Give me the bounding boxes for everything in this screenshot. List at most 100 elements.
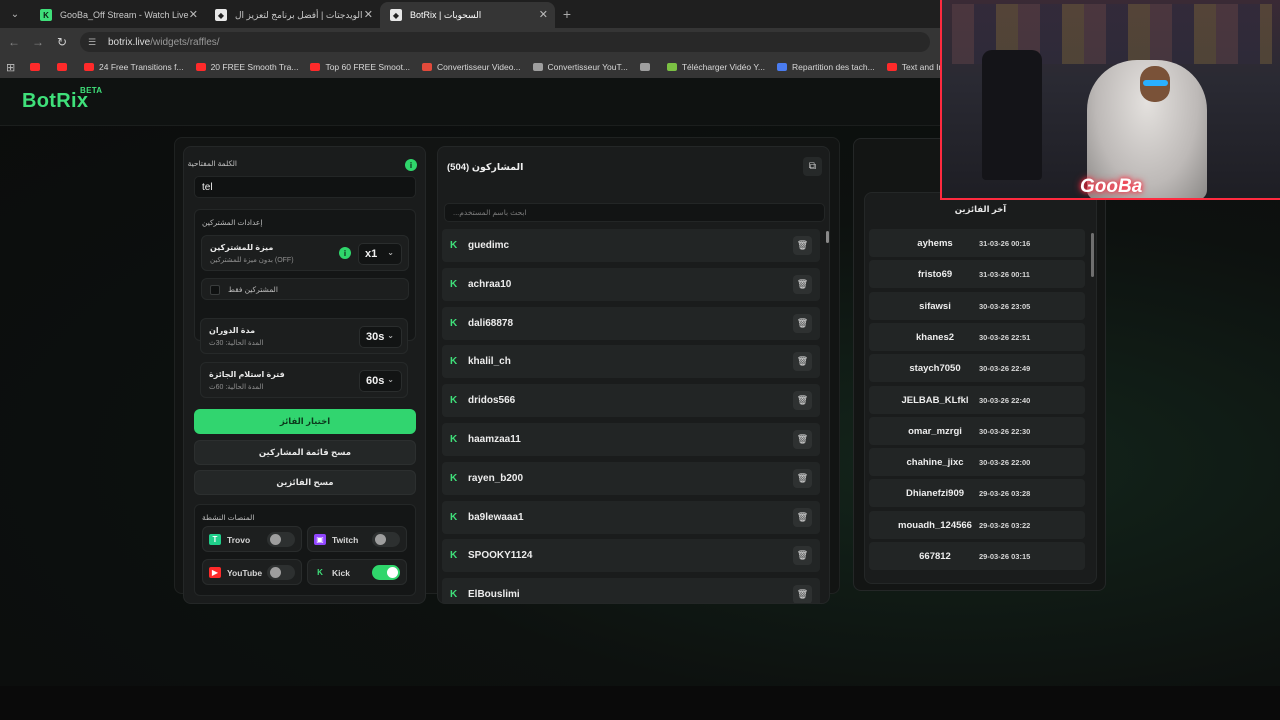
botrix-logo[interactable]: BotRix BETA [22,86,102,113]
settings-panel: الكلمة المفتاحية i tel إعدادات المشتركين… [183,146,426,604]
pick-winner-button[interactable]: اختيار الفائز [194,409,416,434]
bookmark-icon [84,63,94,71]
bookmark-item[interactable] [639,63,655,71]
tab-widgets[interactable]: ◆ الويدجتات | أفضل برنامج لتعزيز ال ✕ [205,2,380,28]
trash-icon[interactable]: 🗑 [793,313,812,333]
kick-icon: K [450,395,458,407]
platform-toggle[interactable] [267,565,295,580]
participant-row: Kkhalil_ch 🗑 [442,345,820,379]
participant-row: Krayen_b200 🗑 [442,461,820,495]
trash-icon[interactable]: 🗑 [793,468,812,488]
winners-scrollbar[interactable] [1091,233,1094,277]
platform-label: Twitch [332,535,359,545]
platform-toggle[interactable] [372,565,400,580]
trash-icon[interactable]: 🗑 [793,391,812,411]
platform-youtube: ▶ YouTube [202,559,302,585]
clear-participants-button[interactable]: مسح قائمة المشاركين [194,440,416,465]
forward-icon[interactable]: → [26,35,50,49]
bookmark-item[interactable]: Convertisseur Video... [422,62,521,72]
webcam-gaming-chair [982,50,1042,180]
apps-grid-icon[interactable]: ⊞ [6,61,20,74]
trash-icon[interactable]: 🗑 [793,352,812,372]
kick-icon: K [450,472,458,484]
winner-row: fristo69 31-03-26 00:11 [869,260,1085,289]
bookmark-item[interactable]: Top 60 FREE Smoot... [310,62,410,72]
winner-row: sifawsi 30-03-26 23:05 [869,291,1085,320]
copy-icon[interactable]: ⧉ [803,157,822,176]
platform-label: Kick [332,568,350,578]
reload-icon[interactable]: ↻ [50,35,74,49]
participants-scrollbar[interactable] [826,231,829,599]
bookmark-item[interactable] [30,63,45,71]
bookmark-item[interactable]: 20 FREE Smooth Tra... [195,62,298,72]
new-tab-button[interactable]: + [555,3,579,25]
bookmark-item[interactable]: 24 Free Transitions f... [84,62,184,72]
option-subtitle: المدة الحالية: 30ث [209,340,264,347]
url-host: botrix.live [108,36,151,48]
participant-name: haamzaa11 [468,434,521,445]
bookmark-item[interactable] [57,63,72,71]
bookmark-item[interactable]: Télécharger Vidéo Y... [666,62,765,72]
participant-name: dridos566 [468,395,516,407]
scroll-thumb[interactable] [826,231,829,243]
bookmark-item[interactable]: Repartition des tach... [777,62,875,72]
winners-title: آخر الفائزين [954,204,1007,214]
subs-only-option[interactable]: المشتركين فقط [201,278,409,300]
participant-row: Kdridos566 🗑 [442,384,820,418]
subs-only-checkbox[interactable] [210,285,220,295]
select-value: 60s [366,375,385,387]
bookmark-item[interactable]: Convertisseur YouT... [532,62,628,72]
platform-kick: K Kick [307,559,407,585]
trash-icon[interactable]: 🗑 [793,546,812,566]
winner-date: 30-03-26 22:30 [979,426,1031,436]
sub-multiplier-select[interactable]: x1 ⌄ [358,243,402,265]
back-icon[interactable]: ← [2,35,26,49]
tab-raffles[interactable]: ◆ BotRix | السحوبات ✕ [380,2,555,28]
claim-time-select[interactable]: 60s ⌄ [359,370,402,392]
spin-duration-select[interactable]: 30s ⌄ [359,326,402,348]
close-icon[interactable]: ✕ [539,8,548,21]
close-icon[interactable]: ✕ [189,8,198,21]
winner-date: 30-03-26 22:49 [979,364,1031,374]
bookmark-label: Télécharger Vidéo Y... [681,62,765,72]
url-field[interactable]: ☰ botrix.live/widgets/raffles/ [80,32,930,52]
winner-row: JELBAB_KLfkl 30-03-26 22:40 [869,385,1085,414]
tab-gooba-stream[interactable]: K GooBa_Off Stream - Watch Live ✕ [30,2,205,28]
participant-row: Kguedimc 🗑 [442,229,820,262]
participant-search-input[interactable]: ابحث باسم المستخدم... [444,203,825,222]
info-icon[interactable]: i [405,159,417,171]
info-icon[interactable]: i [339,247,351,259]
trash-icon[interactable]: 🗑 [793,430,812,449]
option-title: ميزة للمشتركين [210,243,274,252]
site-info-icon[interactable]: ☰ [88,37,100,48]
close-icon[interactable]: ✕ [364,8,373,21]
participants-panel: المشاركون (504) ⧉ ابحث باسم المستخدم... … [437,146,830,604]
participant-name: ElBouslimi [468,589,520,601]
winner-date: 29-03-26 03:15 [979,552,1031,561]
winner-date: 30-03-26 23:05 [979,301,1031,311]
platform-toggle[interactable] [372,532,400,547]
trash-icon[interactable]: 🗑 [793,507,812,527]
url-path: /widgets/raffles/ [150,36,220,48]
tab-search-button[interactable]: ⌄ [4,3,26,25]
beta-badge: BETA [80,86,103,95]
kick-icon: K [450,317,458,329]
trovo-icon: T [209,534,221,545]
winner-row: staych7050 30-03-26 22:49 [869,354,1085,383]
keyword-input[interactable]: tel [194,176,416,198]
bookmark-label: Convertisseur Video... [437,62,521,72]
winners-list: ayhems 31-03-26 00:16 fristo69 31-03-26 00:… [869,229,1089,579]
bookmark-icon [886,63,897,71]
platform-toggle[interactable] [267,532,295,547]
participant-row: Khaamzaa11 🗑 [442,423,820,456]
youtube-icon: ▶ [209,567,221,578]
trash-icon[interactable]: 🗑 [793,585,812,603]
kick-icon: K [450,278,458,290]
trash-icon[interactable]: 🗑 [793,236,812,255]
bookmark-label: 24 Free Transitions f... [99,62,184,72]
clear-winners-button[interactable]: مسح الفائزين [194,470,416,495]
kick-icon: K [450,550,458,562]
trash-icon[interactable]: 🗑 [793,274,812,294]
kick-icon: K [450,511,458,523]
kick-icon: K [450,240,458,251]
